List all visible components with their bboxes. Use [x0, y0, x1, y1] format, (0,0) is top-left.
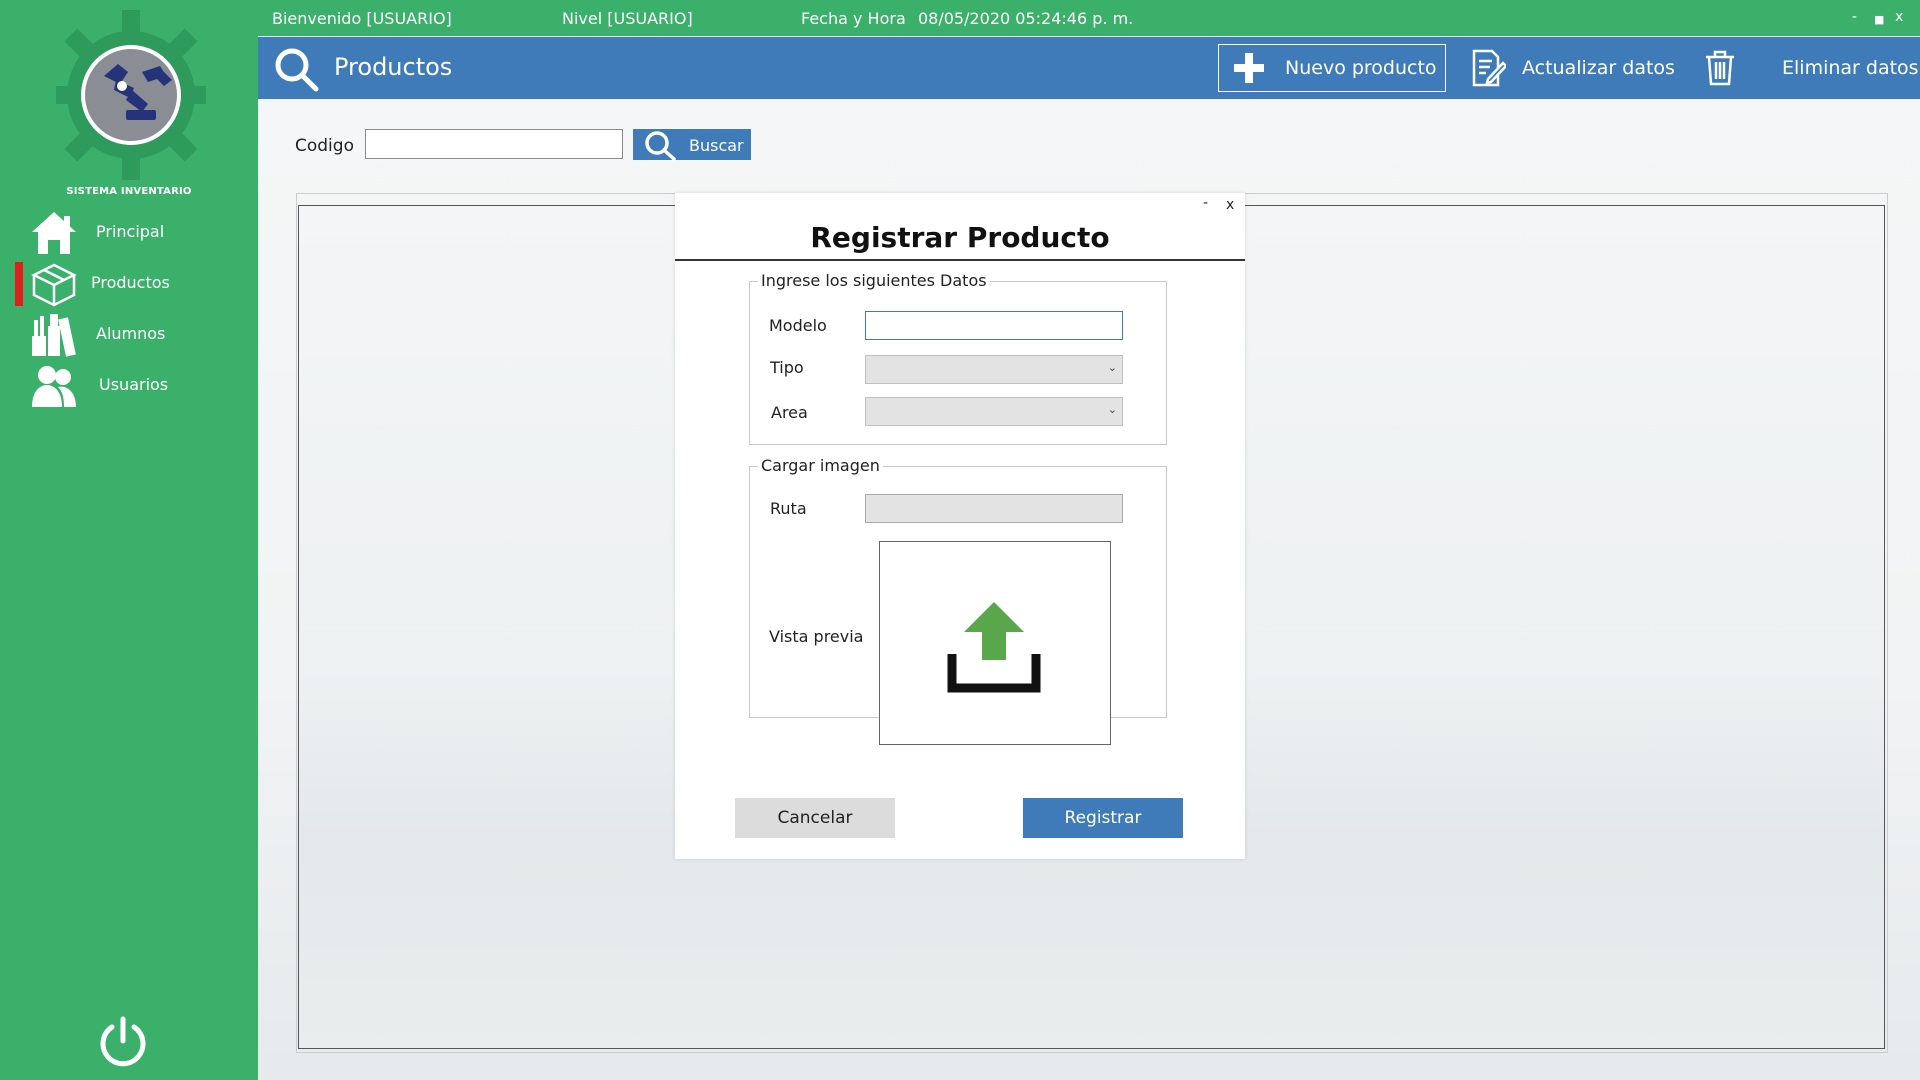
- area-label: Area: [771, 403, 808, 422]
- delete-data-label: Eliminar datos: [1782, 57, 1919, 79]
- level-text: Nivel [USUARIO]: [562, 9, 693, 28]
- preview-label: Vista previa: [769, 627, 864, 646]
- close-button[interactable]: x: [1895, 9, 1903, 25]
- register-button[interactable]: Registrar: [1023, 798, 1183, 838]
- dialog-minimize-button[interactable]: -: [1203, 195, 1208, 211]
- delete-data-button[interactable]: Eliminar datos: [1782, 44, 1919, 92]
- minimize-button[interactable]: -: [1852, 9, 1857, 25]
- title-divider: [675, 259, 1245, 261]
- power-icon[interactable]: [96, 1015, 150, 1069]
- sidebar-item-label: Principal: [96, 222, 165, 241]
- box-icon: [30, 261, 78, 307]
- codigo-label: Codigo: [295, 136, 354, 156]
- top-status-bar: Bienvenido [USUARIO] Nivel [USUARIO] Fec…: [258, 0, 1920, 36]
- data-group-legend: Ingrese los siguientes Datos: [758, 271, 990, 290]
- sidebar-item-label: Alumnos: [96, 324, 166, 343]
- new-product-button[interactable]: Nuevo producto: [1218, 44, 1446, 92]
- sidebar: SISTEMA INVENTARIO Principal Productos A…: [0, 0, 258, 1080]
- search-icon: [643, 129, 677, 165]
- sidebar-item-productos[interactable]: Productos: [0, 259, 258, 307]
- datetime-value: 08/05/2020 05:24:46 p. m.: [918, 9, 1134, 28]
- search-button[interactable]: Buscar: [633, 129, 751, 161]
- maximize-button[interactable]: ■: [1874, 13, 1884, 26]
- tipo-label: Tipo: [770, 358, 804, 377]
- upload-icon: [946, 598, 1042, 698]
- users-icon: [30, 363, 78, 409]
- trash-icon-button[interactable]: [1698, 44, 1742, 92]
- sidebar-item-label: Usuarios: [99, 375, 169, 394]
- page-header: Productos Nuevo producto Actualizar dato…: [258, 37, 1920, 99]
- sidebar-item-label: Productos: [91, 273, 170, 292]
- trash-icon: [1698, 46, 1742, 90]
- update-data-button[interactable]: Actualizar datos: [1466, 44, 1686, 92]
- dialog-close-button[interactable]: x: [1226, 197, 1234, 213]
- edit-document-icon: [1466, 46, 1510, 90]
- image-preview-box[interactable]: [879, 541, 1111, 745]
- modelo-label: Modelo: [769, 316, 827, 335]
- modelo-input[interactable]: [865, 311, 1123, 340]
- search-button-label: Buscar: [689, 136, 744, 155]
- datetime-label: Fecha y Hora: [801, 9, 906, 28]
- update-data-label: Actualizar datos: [1522, 57, 1675, 79]
- welcome-text: Bienvenido [USUARIO]: [272, 9, 452, 28]
- home-icon: [30, 210, 78, 256]
- image-group-legend: Cargar imagen: [758, 456, 883, 475]
- app-logo: [56, 10, 206, 180]
- register-product-dialog: - x Registrar Producto Ingrese los sigui…: [675, 193, 1245, 859]
- school-supplies-icon: [30, 312, 78, 358]
- cancel-button[interactable]: Cancelar: [735, 798, 895, 838]
- ruta-input[interactable]: [865, 494, 1123, 523]
- dialog-title: Registrar Producto: [810, 221, 1110, 254]
- area-select[interactable]: ⌄: [865, 397, 1123, 426]
- sidebar-item-alumnos[interactable]: Alumnos: [0, 310, 258, 358]
- ruta-label: Ruta: [770, 499, 807, 518]
- codigo-input[interactable]: [365, 129, 623, 159]
- plus-icon: [1227, 46, 1271, 90]
- logo-caption: SISTEMA INVENTARIO: [66, 186, 192, 197]
- chevron-down-icon: ⌄: [1107, 403, 1117, 416]
- sidebar-item-usuarios[interactable]: Usuarios: [0, 361, 258, 409]
- sidebar-item-principal[interactable]: Principal: [0, 208, 258, 256]
- chevron-down-icon: ⌄: [1107, 361, 1117, 374]
- tipo-select[interactable]: ⌄: [865, 355, 1123, 384]
- search-icon: [272, 45, 320, 97]
- new-product-label: Nuevo producto: [1285, 57, 1437, 79]
- page-title: Productos: [334, 53, 453, 81]
